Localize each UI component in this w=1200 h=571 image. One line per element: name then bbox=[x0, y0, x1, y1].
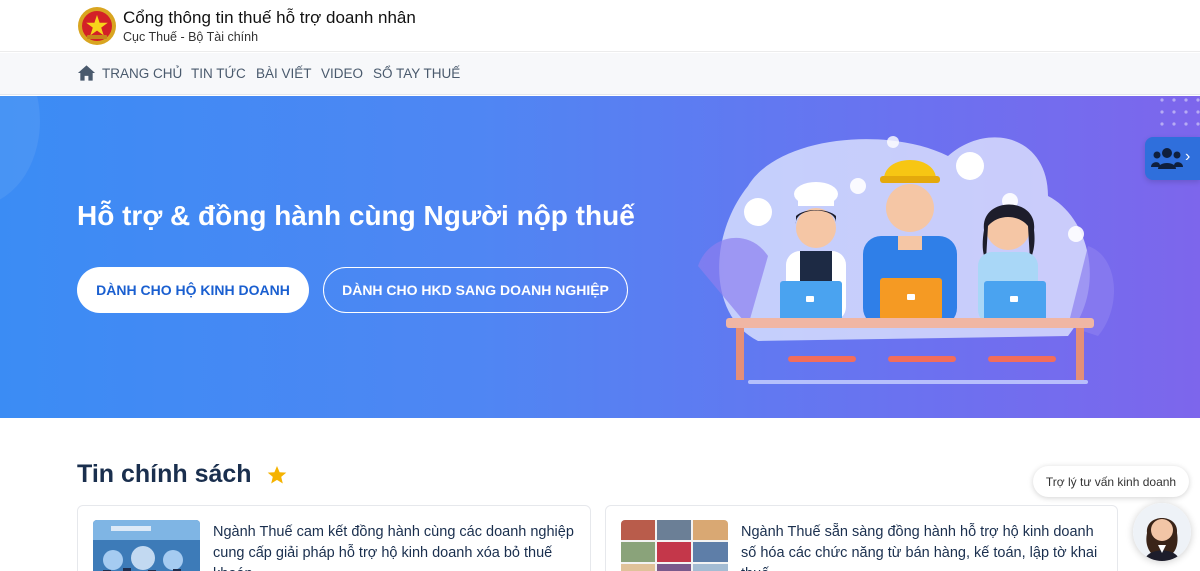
news-card-title[interactable]: Ngành Thuế cam kết đồng hành cùng các do… bbox=[213, 522, 578, 571]
star-icon bbox=[267, 466, 287, 484]
news-thumbnail bbox=[93, 520, 200, 571]
news-card[interactable]: Ngành Thuế cam kết đồng hành cùng các do… bbox=[77, 505, 591, 571]
hero-decoration bbox=[0, 96, 40, 206]
household-business-button[interactable]: DÀNH CHO HỘ KINH DOANH bbox=[77, 267, 309, 313]
news-card[interactable]: Ngành Thuế sẵn sàng đồng hành hỗ trợ hộ … bbox=[605, 505, 1118, 571]
site-header: Cổng thông tin thuế hỗ trợ doanh nhân Cụ… bbox=[0, 0, 1200, 52]
nav-item-home[interactable]: TRANG CHỦ bbox=[102, 66, 182, 81]
nav-item-tax-handbook[interactable]: SỔ TAY THUẾ bbox=[373, 66, 460, 81]
home-icon[interactable] bbox=[77, 64, 96, 82]
hero-banner: Hỗ trợ & đồng hành cùng Người nộp thuế D… bbox=[0, 96, 1200, 418]
assistant-avatar-icon[interactable] bbox=[1133, 503, 1191, 561]
site-subtitle: Cục Thuế - Bộ Tài chính bbox=[123, 30, 259, 44]
dots-decoration bbox=[1160, 98, 1200, 126]
taxpayers-illustration bbox=[698, 136, 1115, 384]
site-title[interactable]: Cổng thông tin thuế hỗ trợ doanh nhân bbox=[123, 8, 416, 28]
assistant-label[interactable]: Trợ lý tư vấn kinh doanh bbox=[1033, 466, 1189, 497]
section-title: Tin chính sách bbox=[77, 460, 252, 488]
national-emblem-icon[interactable] bbox=[77, 6, 117, 46]
news-thumbnail bbox=[621, 520, 728, 571]
news-card-title[interactable]: Ngành Thuế sẵn sàng đồng hành hỗ trợ hộ … bbox=[741, 522, 1106, 571]
users-icon bbox=[1151, 148, 1183, 169]
nav-item-articles[interactable]: BÀI VIẾT bbox=[256, 66, 312, 81]
nav-item-news[interactable]: TIN TỨC bbox=[191, 66, 246, 81]
main-nav: TRANG CHỦ TIN TỨC BÀI VIẾT VIDEO SỔ TAY … bbox=[0, 53, 1200, 95]
hkd-to-enterprise-button[interactable]: DÀNH CHO HKD SANG DOANH NGHIỆP bbox=[323, 267, 628, 313]
hero-title: Hỗ trợ & đồng hành cùng Người nộp thuế bbox=[77, 200, 635, 231]
nav-item-video[interactable]: VIDEO bbox=[321, 66, 363, 81]
community-side-tab[interactable]: › bbox=[1145, 137, 1200, 180]
chevron-right-icon: › bbox=[1185, 148, 1191, 165]
